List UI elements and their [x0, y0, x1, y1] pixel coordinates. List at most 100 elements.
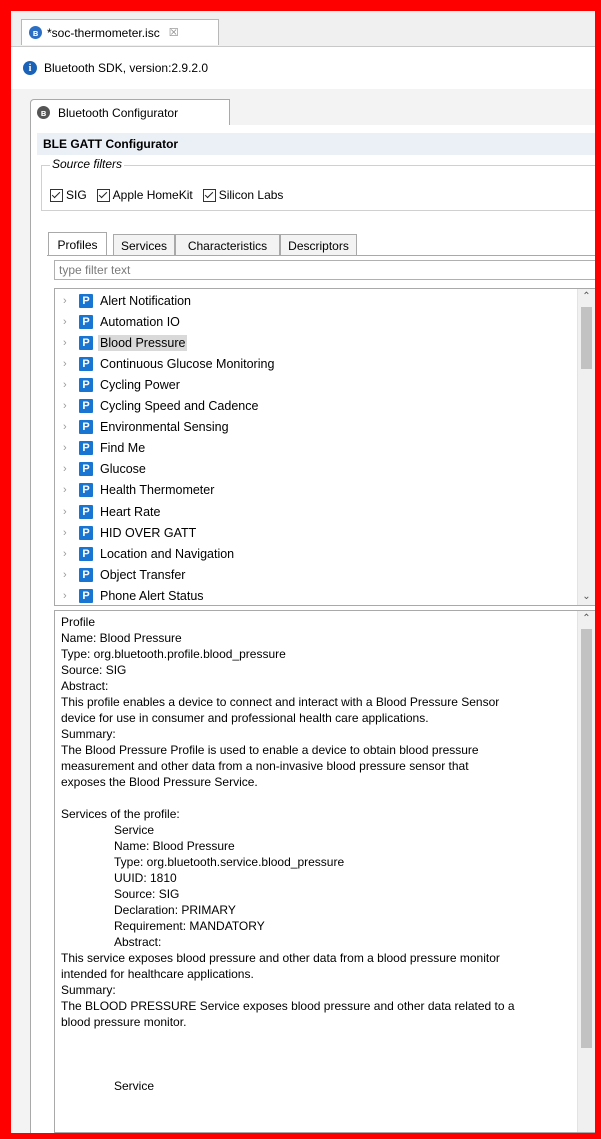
detail-line: This profile enables a device to connect…	[61, 695, 500, 709]
details-scrollbar[interactable]: ⌃	[577, 611, 595, 1132]
detail-line: Name: Blood Pressure	[114, 839, 235, 853]
chevron-right-icon[interactable]: ›	[63, 316, 79, 328]
chevron-right-icon[interactable]: ›	[63, 484, 79, 496]
chevron-right-icon[interactable]: ›	[63, 421, 79, 433]
profile-tree-item[interactable]: › P Alert Notification	[55, 290, 193, 311]
scroll-thumb[interactable]	[581, 629, 592, 1048]
profile-name: Glucose	[100, 462, 146, 477]
detail-line: blood pressure monitor.	[61, 1015, 187, 1029]
profile-p-icon: P	[79, 525, 93, 540]
chevron-right-icon[interactable]: ›	[63, 337, 79, 349]
close-icon[interactable]: ☒	[169, 26, 179, 39]
source-filter-checkbox[interactable]	[202, 188, 216, 202]
chevron-right-icon[interactable]: ›	[63, 590, 79, 602]
profile-tree-item[interactable]: › P Find Me	[55, 438, 147, 459]
profile-tree-item[interactable]: › P Continuous Glucose Monitoring	[55, 353, 276, 374]
profile-name: Find Me	[100, 441, 146, 456]
profile-tree-item[interactable]: › P Health Thermometer	[55, 480, 216, 501]
profile-p-icon: P	[79, 420, 93, 435]
source-filter-label[interactable]: SIG	[66, 188, 87, 202]
source-filter-checkbox[interactable]	[50, 188, 63, 202]
tab-services[interactable]: Services	[113, 234, 175, 256]
chevron-right-icon[interactable]: ›	[63, 527, 79, 539]
chevron-right-icon[interactable]: ›	[63, 506, 79, 518]
configurator-tab-label: Bluetooth Configurator	[58, 105, 179, 120]
detail-line: Abstract:	[61, 679, 109, 693]
profile-tree-item[interactable]: › P Glucose	[55, 459, 148, 480]
source-filter-label[interactable]: Silicon Labs	[219, 188, 284, 202]
chevron-right-icon[interactable]: ›	[63, 548, 79, 560]
tab-bluetooth-configurator[interactable]: ʙ Bluetooth Configurator	[30, 99, 230, 125]
detail-line: Profile	[61, 615, 96, 629]
profile-p-icon: P	[79, 567, 93, 582]
detail-line: measurement and other data from a non-in…	[61, 759, 469, 773]
profile-details-panel: Profile Name: Blood Pressure Type: org.blu…	[54, 610, 595, 1133]
profile-name: Location and Navigation	[100, 546, 235, 561]
profile-tree: › P Alert Notification › P Automation IO › P Blo…	[54, 288, 595, 606]
detail-line: Service	[114, 823, 155, 837]
detail-line: UUID: 1810	[114, 871, 177, 885]
detail-line: Declaration: PRIMARY	[114, 903, 236, 917]
detail-line: Source: SIG	[61, 663, 127, 677]
profile-tree-item[interactable]: › P Blood Pressure	[55, 332, 188, 353]
profile-details-text: Profile Name: Blood Pressure Type: org.blu…	[61, 614, 576, 1094]
profile-tree-item[interactable]: › P Cycling Power	[55, 374, 182, 395]
profile-tree-item[interactable]: › P Automation IO	[55, 311, 182, 332]
detail-line: Type: org.bluetooth.service.blood_pressu…	[114, 855, 345, 869]
tab-descriptors[interactable]: Descriptors	[280, 234, 357, 256]
profile-name: Automation IO	[100, 314, 180, 329]
chevron-right-icon[interactable]: ›	[63, 463, 79, 475]
profile-p-icon: P	[79, 377, 93, 392]
profile-tree-item[interactable]: › P Environmental Sensing	[55, 417, 231, 438]
bluetooth-icon: ʙ	[37, 106, 50, 119]
detail-line: Requirement: MANDATORY	[114, 919, 265, 933]
profile-tree-item[interactable]: › P Object Transfer	[55, 564, 187, 585]
chevron-right-icon[interactable]: ›	[63, 295, 79, 307]
scroll-up-icon[interactable]: ⌃	[578, 289, 595, 305]
profile-tree-item[interactable]: › P HID OVER GATT	[55, 522, 198, 543]
editor-tab[interactable]: ʙ *soc-thermometer.isc ☒	[21, 19, 219, 45]
profile-tree-scrollbar[interactable]: ⌃ ⌄	[577, 289, 595, 605]
filter-input[interactable]	[54, 260, 595, 280]
profile-p-icon: P	[79, 483, 93, 498]
profile-p-icon: P	[79, 314, 93, 329]
tab-profiles[interactable]: Profiles	[48, 232, 107, 256]
source-filter-checkboxes: SIG Apple HomeKit Silicon Labs	[50, 188, 293, 202]
profile-tree-item[interactable]: › P Location and Navigation	[55, 543, 236, 564]
profile-p-icon: P	[79, 356, 93, 371]
section-header: BLE GATT Configurator	[37, 133, 595, 155]
chevron-right-icon[interactable]: ›	[63, 358, 79, 370]
profile-name: Blood Pressure	[98, 334, 188, 351]
chevron-right-icon[interactable]: ›	[63, 442, 79, 454]
info-icon: i	[23, 61, 37, 75]
chevron-right-icon[interactable]: ›	[63, 400, 79, 412]
source-filters-legend: Source filters	[50, 157, 125, 171]
chevron-right-icon[interactable]: ›	[63, 569, 79, 581]
source-filter-checkbox[interactable]	[96, 188, 110, 202]
editor-window: ʙ *soc-thermometer.isc ☒ i Bluetooth SDK…	[11, 11, 595, 1133]
profile-p-icon: P	[79, 293, 93, 308]
profile-p-icon: P	[79, 462, 93, 477]
source-filter-label[interactable]: Apple HomeKit	[113, 188, 193, 202]
source-filters-group: Source filters SIG Apple HomeKit Silicon L…	[41, 157, 595, 211]
profile-tree-item[interactable]: › P Cycling Speed and Cadence	[55, 396, 260, 417]
detail-line: The Blood Pressure Profile is used to en…	[61, 743, 479, 757]
sdk-version-text: Bluetooth SDK, version:2.9.2.0	[44, 61, 209, 75]
configurator-content: BLE GATT Configurator Source filters SIG…	[30, 125, 595, 1133]
editor-tab-bar: ʙ *soc-thermometer.isc ☒	[11, 11, 595, 47]
detail-line	[61, 1030, 576, 1046]
tab-characteristics[interactable]: Characteristics	[175, 234, 280, 256]
scroll-up-icon[interactable]: ⌃	[578, 611, 595, 627]
profile-tree-item[interactable]: › P Phone Alert Status	[55, 585, 206, 605]
detail-line: Service	[114, 1079, 155, 1093]
bluetooth-icon: ʙ	[29, 26, 42, 39]
scroll-thumb[interactable]	[581, 307, 592, 369]
detail-line: The BLOOD PRESSURE Service exposes blood…	[61, 999, 515, 1013]
detail-line: Source: SIG	[114, 887, 180, 901]
profile-p-icon: P	[79, 504, 93, 519]
profile-name: Alert Notification	[100, 293, 192, 308]
scroll-down-icon[interactable]: ⌄	[578, 589, 595, 605]
chevron-right-icon[interactable]: ›	[63, 379, 79, 391]
profile-name: HID OVER GATT	[100, 525, 197, 540]
profile-tree-item[interactable]: › P Heart Rate	[55, 501, 162, 522]
